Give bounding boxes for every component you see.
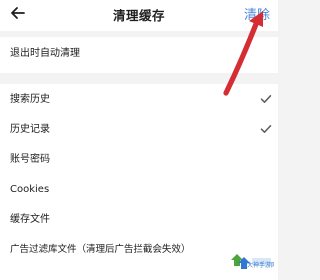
checkmark-icon (260, 125, 272, 133)
svg-text:大神手游网: 大神手游网 (247, 261, 274, 269)
watermark-logo: 大神手游网 (228, 251, 274, 275)
list-item-history[interactable]: 历史记录 (0, 117, 278, 144)
list-item-label: Cookies (10, 184, 50, 195)
page-title: 清理缓存 (112, 8, 165, 23)
list-item-label: 历史记录 (10, 124, 50, 135)
list-item-label: 缓存文件 (10, 214, 50, 225)
list-item-cookies[interactable]: Cookies (0, 177, 278, 204)
list-item-passwords[interactable]: 账号密码 (0, 147, 278, 174)
auto-clear-group: 退出时自动清理 (0, 37, 278, 73)
clear-cache-screen: 清理缓存 清除 退出时自动清理 搜索历史 历史记录 账号密码 Cookies 缓… (0, 0, 278, 280)
list-item-cache-files[interactable]: 缓存文件 (0, 207, 278, 234)
list-item-label: 搜索历史 (10, 94, 50, 105)
auto-clear-label: 退出时自动清理 (10, 48, 80, 59)
list-item-label: 广告过滤库文件（清理后广告拦截会失效） (10, 244, 191, 255)
checkmark-icon (260, 95, 272, 103)
list-item-search-history[interactable]: 搜索历史 (0, 87, 278, 114)
list-item-label: 账号密码 (10, 154, 50, 165)
auto-clear-row[interactable]: 退出时自动清理 (0, 41, 278, 68)
watermark-icon: 大神手游网 (231, 254, 274, 269)
clear-button[interactable]: 清除 (244, 4, 270, 23)
top-bar: 清理缓存 清除 (0, 0, 278, 31)
